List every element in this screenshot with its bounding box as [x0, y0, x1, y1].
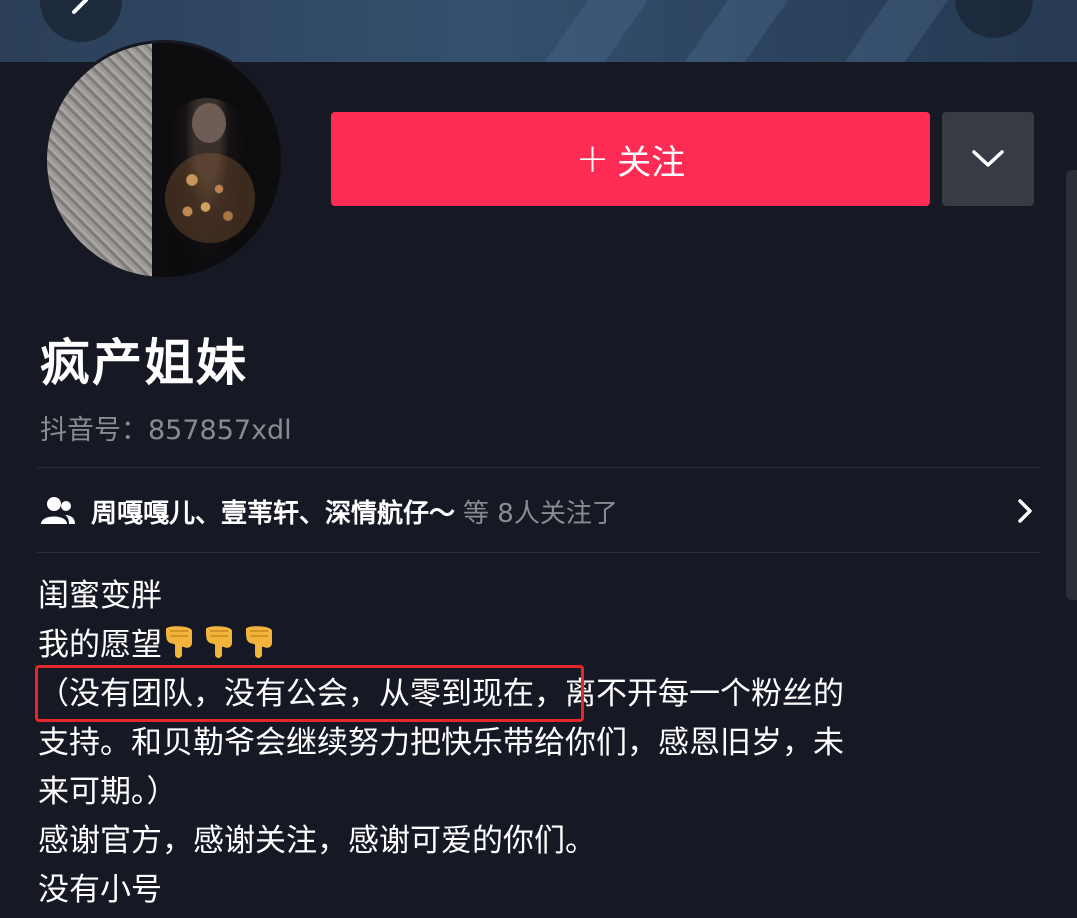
more-button[interactable]	[955, 0, 1033, 38]
banner-stripe	[657, 0, 803, 62]
bio-line: 没有小号	[38, 872, 162, 908]
douyin-id: 抖音号：857857xdl	[40, 415, 292, 446]
follow-button[interactable]: + 关注	[331, 112, 930, 206]
avatar-flowers	[165, 153, 255, 243]
bio-line-text: 我的愿望	[38, 627, 162, 663]
bio-line: 感谢官方，感谢关注，感谢可爱的你们。	[38, 823, 596, 859]
follower-count-text: 等 8人关注了	[463, 498, 618, 529]
pointing-down-emoji-icon	[166, 626, 192, 658]
follow-label: 关注	[617, 142, 686, 183]
bio-line: 闺蜜变胖	[38, 578, 162, 614]
chevron-left-icon	[72, 0, 88, 14]
pointing-down-emoji-icon	[246, 626, 272, 658]
plus-icon: +	[575, 136, 610, 182]
banner-stripe	[817, 0, 963, 62]
scrollbar[interactable]	[1066, 170, 1077, 600]
users-icon	[41, 497, 75, 524]
divider	[37, 467, 1039, 468]
avatar[interactable]	[44, 40, 284, 280]
profile-name: 疯产姐妹	[40, 334, 248, 392]
bio-line: 我的愿望	[38, 621, 1038, 670]
highlight-annotation-box	[35, 665, 584, 722]
follower-names: 周嘎嘎儿、壹苇轩、深情航仔～	[91, 498, 456, 529]
bio-line: 支持。和贝勒爷会继续努力把快乐带给你们，感恩旧岁，未	[38, 725, 844, 761]
avatar-face	[192, 103, 226, 143]
bio-line: 来可期。）	[38, 774, 178, 810]
mutual-followers-row[interactable]: 周嘎嘎儿、壹苇轩、深情航仔～ 等 8人关注了	[37, 470, 1039, 552]
banner-stripe	[517, 0, 663, 62]
chevron-down-icon	[972, 150, 1004, 167]
chevron-right-icon	[1018, 499, 1032, 523]
pointing-down-emoji-icon	[206, 626, 232, 658]
divider	[37, 552, 1039, 553]
back-button[interactable]	[40, 0, 122, 42]
profile-bio: 闺蜜变胖 我的愿望 （没有团队，没有公会，从零到现在，离不开每一个粉丝的 支持。…	[38, 572, 1038, 915]
recommend-dropdown-button[interactable]	[942, 112, 1034, 206]
avatar-background	[47, 43, 152, 277]
